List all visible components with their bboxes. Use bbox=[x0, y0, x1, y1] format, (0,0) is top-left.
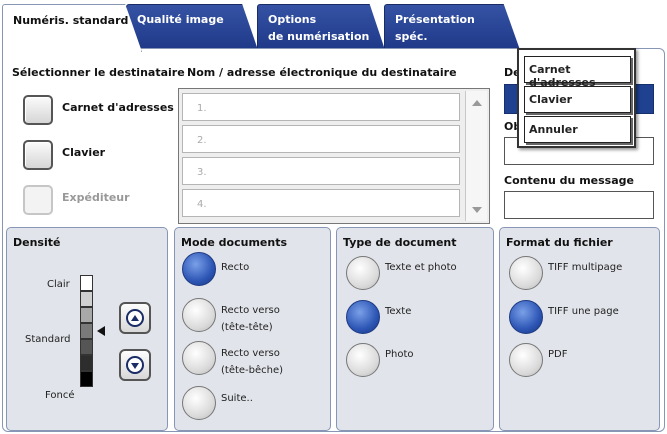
radio-more[interactable] bbox=[182, 386, 216, 420]
density-step bbox=[80, 371, 93, 387]
radio-duplex-head-toe-label: Recto verso (tête-bêche) bbox=[221, 348, 284, 376]
tab-label: Qualité image bbox=[137, 13, 224, 26]
menu-item-keyboard[interactable]: Clavier bbox=[524, 86, 631, 113]
message-field[interactable] bbox=[504, 191, 654, 219]
radio-pdf-label: PDF bbox=[548, 349, 568, 360]
tab-label-line2: de numérisation bbox=[268, 30, 370, 43]
density-title: Densité bbox=[13, 236, 61, 249]
tab-standard-scan[interactable]: Numéris. standard bbox=[2, 4, 142, 52]
radio-photo[interactable] bbox=[346, 343, 380, 377]
radio-duplex-head-toe[interactable] bbox=[182, 341, 216, 375]
tab-label: Présentation spéc. bbox=[395, 13, 475, 43]
radio-more-label: Suite.. bbox=[221, 393, 253, 404]
density-lighter-button[interactable] bbox=[119, 302, 151, 334]
menu-item-cancel[interactable]: Annuler bbox=[524, 116, 631, 143]
recipient-row-2[interactable]: 2. bbox=[182, 125, 460, 153]
sender-label: Expéditeur bbox=[62, 191, 130, 204]
scroll-up-icon[interactable] bbox=[472, 100, 482, 106]
tab-special-layout[interactable]: Présentation spéc. bbox=[384, 4, 520, 50]
document-type-title: Type de document bbox=[343, 236, 457, 249]
density-standard-label: Standard bbox=[25, 334, 71, 345]
density-step bbox=[80, 291, 93, 307]
tab-image-quality[interactable]: Qualité image bbox=[126, 4, 258, 50]
message-label: Contenu du message bbox=[504, 174, 634, 187]
tab-label-line1: Options bbox=[268, 13, 317, 26]
keyboard-label: Clavier bbox=[62, 146, 106, 159]
radio-duplex-head-head[interactable] bbox=[182, 298, 216, 332]
radio-tiff-multipage[interactable] bbox=[509, 256, 543, 290]
address-book-label: Carnet d'adresses bbox=[62, 101, 174, 114]
radio-recto-label: Recto bbox=[221, 262, 250, 273]
address-book-button[interactable] bbox=[23, 95, 53, 125]
density-dark-label: Foncé bbox=[45, 390, 75, 401]
density-step bbox=[80, 339, 93, 355]
scroll-down-icon[interactable] bbox=[472, 207, 482, 213]
recipient-row-4[interactable]: 4. bbox=[182, 189, 460, 217]
radio-tiff-single[interactable] bbox=[509, 300, 543, 334]
recipient-list-header: Nom / adresse électronique du destinatai… bbox=[187, 66, 457, 79]
density-light-label: Clair bbox=[47, 279, 70, 290]
density-step bbox=[80, 275, 93, 291]
recipient-row-3[interactable]: 3. bbox=[182, 157, 460, 185]
destination-title: Sélectionner le destinataire bbox=[12, 66, 185, 79]
menu-item-address-book[interactable]: Carnet d'adresses bbox=[524, 56, 631, 89]
radio-photo-label: Photo bbox=[385, 349, 414, 360]
density-darker-button[interactable] bbox=[119, 349, 151, 381]
radio-text-photo-label: Texte et photo bbox=[385, 262, 457, 273]
sender-button[interactable] bbox=[23, 185, 53, 215]
density-step bbox=[80, 355, 93, 371]
arrow-down-icon bbox=[131, 363, 139, 369]
radio-text[interactable] bbox=[346, 300, 380, 334]
recipient-scrollbar[interactable] bbox=[465, 91, 487, 221]
density-step bbox=[80, 323, 93, 339]
density-pointer-icon bbox=[97, 326, 105, 336]
popup-menu: Carnet d'adresses Clavier Annuler bbox=[517, 48, 636, 148]
radio-text-photo[interactable] bbox=[346, 256, 380, 290]
radio-duplex-head-head-label: Recto verso (tête-tête) bbox=[221, 305, 280, 333]
document-mode-title: Mode documents bbox=[181, 236, 288, 249]
recipient-row-1[interactable]: 1. bbox=[182, 93, 460, 121]
recipient-list: 1. 2. 3. 4. bbox=[178, 88, 490, 224]
tab-bar: Qualité image Options de numérisation Pr… bbox=[0, 0, 667, 52]
radio-recto[interactable] bbox=[182, 252, 216, 286]
tab-scan-options[interactable]: Options de numérisation bbox=[257, 4, 385, 50]
tab-label: Numéris. standard bbox=[13, 14, 129, 27]
radio-tiff-multipage-label: TIFF multipage bbox=[548, 262, 623, 273]
density-step bbox=[80, 307, 93, 323]
keyboard-button[interactable] bbox=[23, 140, 53, 170]
radio-tiff-single-label: TIFF une page bbox=[548, 306, 619, 317]
file-format-title: Format du fichier bbox=[506, 236, 613, 249]
radio-text-label: Texte bbox=[385, 306, 412, 317]
radio-pdf[interactable] bbox=[509, 343, 543, 377]
arrow-up-icon bbox=[131, 315, 139, 321]
